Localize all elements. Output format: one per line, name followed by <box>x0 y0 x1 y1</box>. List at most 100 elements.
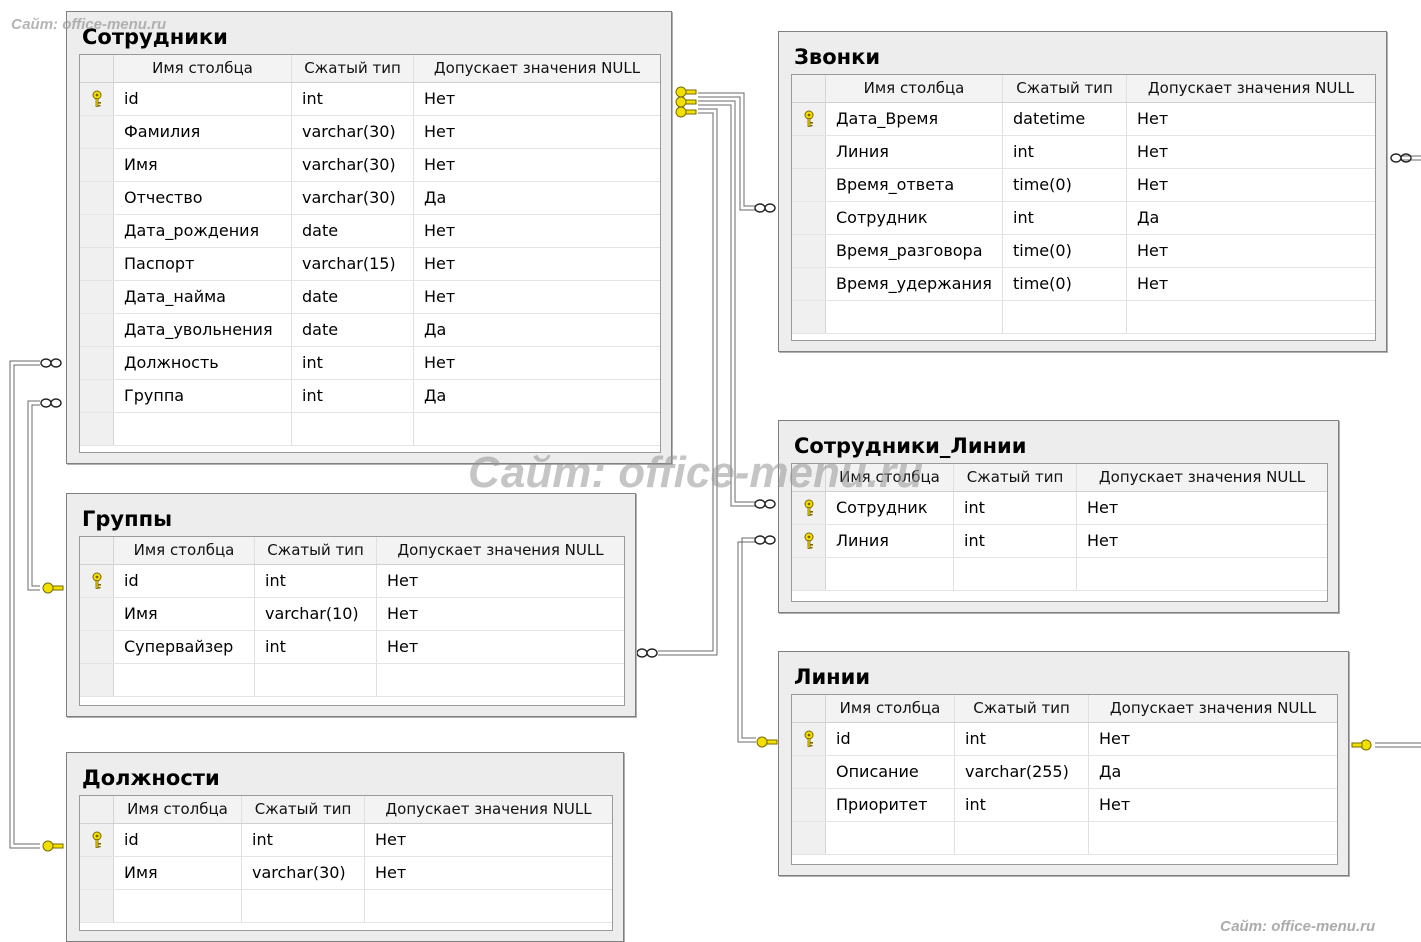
column-nullable-cell[interactable]: Да <box>414 380 660 412</box>
column-nullable-cell[interactable]: Нет <box>1089 789 1337 821</box>
column-type-cell[interactable]: time(0) <box>1003 235 1127 267</box>
column-type-cell[interactable]: varchar(10) <box>255 598 377 630</box>
column-row[interactable]: id int Нет <box>792 723 1337 756</box>
column-nullable-cell[interactable]: Нет <box>414 116 660 148</box>
row-selector[interactable] <box>80 598 114 630</box>
table-gruppy[interactable]: Группы Имя столбца Сжатый тип Допускает … <box>66 493 636 717</box>
row-selector[interactable] <box>80 248 114 280</box>
column-type-cell[interactable]: datetime <box>1003 103 1127 135</box>
empty-new-row[interactable] <box>792 301 1375 334</box>
column-row[interactable]: Имя varchar(30) Нет <box>80 149 660 182</box>
column-row[interactable]: Группа int Да <box>80 380 660 413</box>
column-name-cell[interactable]: Сотрудник <box>826 202 1003 234</box>
column-nullable-cell[interactable]: Нет <box>1127 268 1375 300</box>
empty-new-row[interactable] <box>792 558 1327 591</box>
column-nullable-cell[interactable]: Нет <box>1127 169 1375 201</box>
column-name-cell[interactable]: Время_разговора <box>826 235 1003 267</box>
column-type-cell[interactable]: time(0) <box>1003 268 1127 300</box>
column-row[interactable]: Сотрудник int Да <box>792 202 1375 235</box>
column-row[interactable]: Отчество varchar(30) Да <box>80 182 660 215</box>
column-row[interactable]: Фамилия varchar(30) Нет <box>80 116 660 149</box>
column-row[interactable]: Дата_найма date Нет <box>80 281 660 314</box>
row-selector[interactable] <box>80 215 114 247</box>
column-type-cell[interactable]: int <box>955 789 1089 821</box>
column-name-cell[interactable]: Время_удержания <box>826 268 1003 300</box>
row-selector[interactable] <box>80 182 114 214</box>
column-row[interactable]: Линия int Нет <box>792 525 1327 558</box>
column-type-cell[interactable]: int <box>954 492 1077 524</box>
table-zvonki[interactable]: Звонки Имя столбца Сжатый тип Допускает … <box>778 31 1387 352</box>
column-name-cell[interactable]: id <box>826 723 955 755</box>
column-type-cell[interactable]: int <box>954 525 1077 557</box>
column-type-cell[interactable]: int <box>255 565 377 597</box>
column-nullable-cell[interactable]: Нет <box>414 281 660 313</box>
column-type-cell[interactable]: varchar(15) <box>292 248 414 280</box>
column-type-cell[interactable]: date <box>292 281 414 313</box>
column-name-cell[interactable]: Имя <box>114 857 242 889</box>
column-row[interactable]: Имя varchar(30) Нет <box>80 857 612 890</box>
column-nullable-cell[interactable]: Нет <box>414 248 660 280</box>
column-nullable-cell[interactable]: Нет <box>1089 723 1337 755</box>
row-selector[interactable] <box>80 83 114 115</box>
column-nullable-cell[interactable]: Нет <box>1127 103 1375 135</box>
column-type-cell[interactable]: int <box>292 83 414 115</box>
column-type-cell[interactable]: varchar(30) <box>242 857 365 889</box>
row-selector[interactable] <box>792 202 826 234</box>
column-row[interactable]: Время_удержания time(0) Нет <box>792 268 1375 301</box>
column-type-cell[interactable]: int <box>242 824 365 856</box>
column-type-cell[interactable]: varchar(30) <box>292 149 414 181</box>
column-name-cell[interactable]: Супервайзер <box>114 631 255 663</box>
column-name-cell[interactable]: id <box>114 824 242 856</box>
row-selector[interactable] <box>80 380 114 412</box>
row-selector[interactable] <box>80 347 114 379</box>
column-row[interactable]: Дата_увольнения date Да <box>80 314 660 347</box>
column-type-cell[interactable]: varchar(30) <box>292 116 414 148</box>
row-selector[interactable] <box>80 116 114 148</box>
column-type-cell[interactable]: int <box>292 347 414 379</box>
column-name-cell[interactable]: Дата_увольнения <box>114 314 292 346</box>
column-row[interactable]: Описание varchar(255) Да <box>792 756 1337 789</box>
column-nullable-cell[interactable]: Нет <box>414 215 660 247</box>
empty-new-row[interactable] <box>80 890 612 923</box>
row-selector[interactable] <box>80 314 114 346</box>
column-name-cell[interactable]: Отчество <box>114 182 292 214</box>
column-nullable-cell[interactable]: Нет <box>414 149 660 181</box>
column-row[interactable]: Имя varchar(10) Нет <box>80 598 624 631</box>
table-linii[interactable]: Линии Имя столбца Сжатый тип Допускает з… <box>778 651 1349 876</box>
column-name-cell[interactable]: Линия <box>826 136 1003 168</box>
row-selector[interactable] <box>792 723 826 755</box>
column-nullable-cell[interactable]: Нет <box>414 347 660 379</box>
column-name-cell[interactable]: Группа <box>114 380 292 412</box>
row-selector[interactable] <box>792 525 826 557</box>
column-name-cell[interactable]: Имя <box>114 598 255 630</box>
column-nullable-cell[interactable]: Да <box>414 314 660 346</box>
column-name-cell[interactable]: Паспорт <box>114 248 292 280</box>
column-name-cell[interactable]: id <box>114 565 255 597</box>
table-dolzhnosti[interactable]: Должности Имя столбца Сжатый тип Допуска… <box>66 752 624 942</box>
column-type-cell[interactable]: date <box>292 314 414 346</box>
empty-new-row[interactable] <box>80 664 624 697</box>
column-row[interactable]: Приоритет int Нет <box>792 789 1337 822</box>
column-nullable-cell[interactable]: Нет <box>1077 492 1327 524</box>
column-name-cell[interactable]: id <box>114 83 292 115</box>
column-name-cell[interactable]: Описание <box>826 756 955 788</box>
column-type-cell[interactable]: int <box>955 723 1089 755</box>
column-row[interactable]: Дата_Время datetime Нет <box>792 103 1375 136</box>
column-row[interactable]: Дата_рождения date Нет <box>80 215 660 248</box>
column-nullable-cell[interactable]: Нет <box>365 824 612 856</box>
column-nullable-cell[interactable]: Нет <box>365 857 612 889</box>
column-type-cell[interactable]: date <box>292 215 414 247</box>
column-row[interactable]: Паспорт varchar(15) Нет <box>80 248 660 281</box>
row-selector[interactable] <box>792 789 826 821</box>
row-selector[interactable] <box>80 565 114 597</box>
column-name-cell[interactable]: Дата_найма <box>114 281 292 313</box>
table-sotrudniki[interactable]: Сотрудники Имя столбца Сжатый тип Допуск… <box>66 11 672 464</box>
row-selector[interactable] <box>792 268 826 300</box>
column-name-cell[interactable]: Время_ответа <box>826 169 1003 201</box>
column-type-cell[interactable]: int <box>255 631 377 663</box>
column-nullable-cell[interactable]: Нет <box>377 565 624 597</box>
row-selector[interactable] <box>792 756 826 788</box>
column-nullable-cell[interactable]: Нет <box>1127 235 1375 267</box>
column-type-cell[interactable]: varchar(30) <box>292 182 414 214</box>
column-type-cell[interactable]: int <box>292 380 414 412</box>
